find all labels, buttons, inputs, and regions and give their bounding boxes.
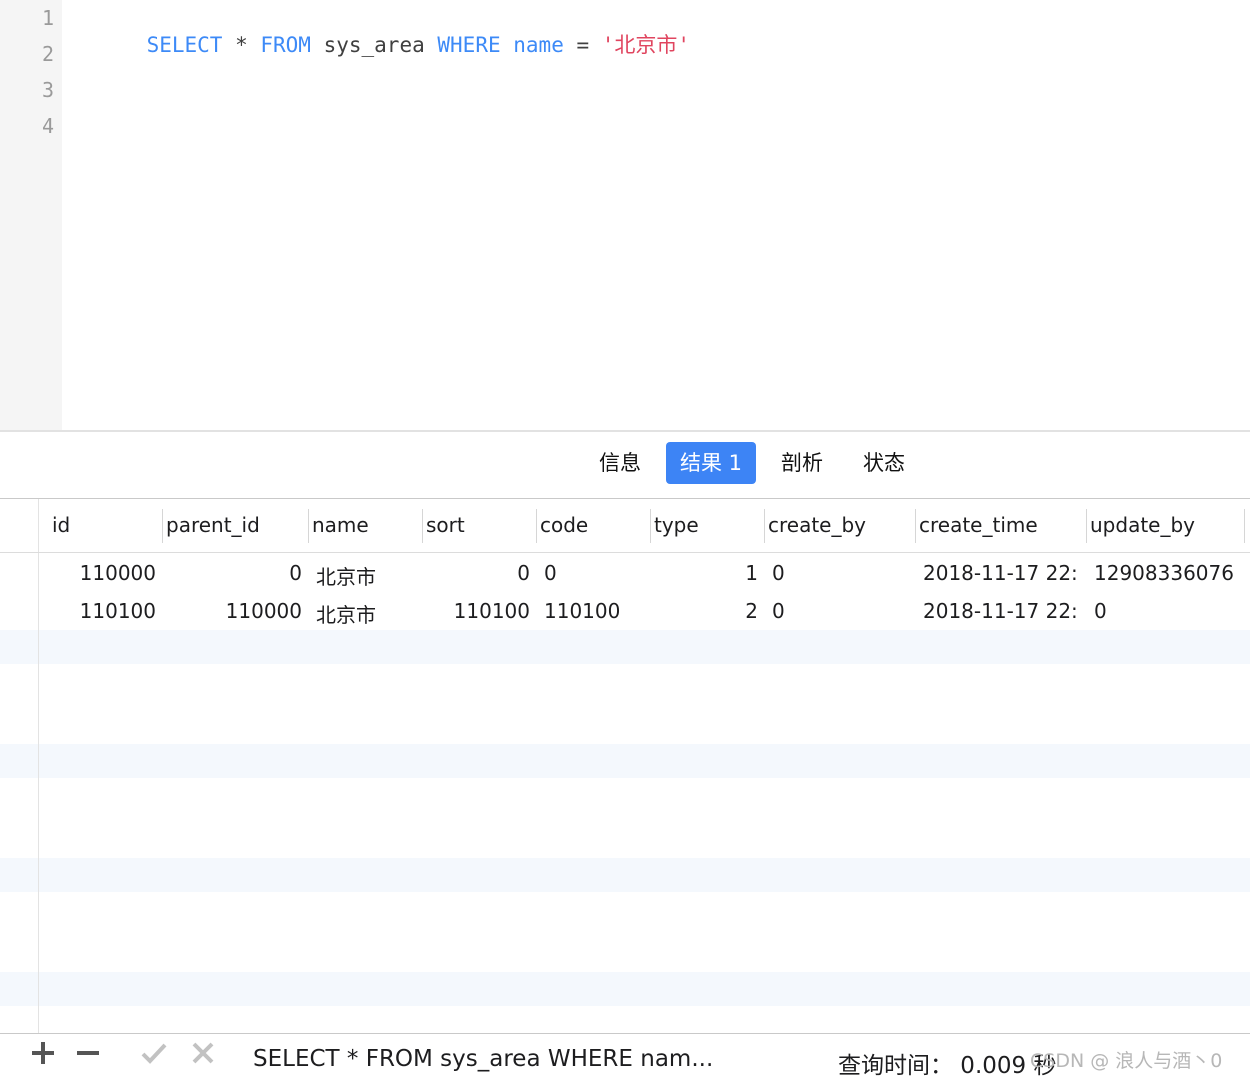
- cell-type[interactable]: 2: [654, 599, 758, 623]
- cell-sort[interactable]: 110100: [426, 599, 530, 623]
- column-header-name[interactable]: name: [312, 513, 369, 537]
- result-tab-bar: 信息 结果 1 剖析 状态: [0, 432, 1250, 498]
- cell-code[interactable]: 0: [544, 561, 648, 585]
- column-header-create-time[interactable]: create_time: [919, 513, 1038, 537]
- line-number: 4: [41, 114, 54, 138]
- column-header-create-by[interactable]: create_by: [768, 513, 866, 537]
- sql-keyword: SELECT: [146, 33, 223, 57]
- column-header-sort[interactable]: sort: [426, 513, 465, 537]
- empty-row-stripe: [0, 744, 1250, 778]
- tab-result-1[interactable]: 结果 1: [666, 442, 757, 484]
- query-time: 查询时间： 0.009 秒: [838, 1053, 1057, 1079]
- column-resize-handle[interactable]: [1086, 509, 1087, 543]
- tab-profile[interactable]: 剖析: [767, 442, 837, 484]
- column-resize-handle[interactable]: [422, 509, 423, 543]
- cell-name[interactable]: 北京市: [316, 599, 420, 628]
- tab-info[interactable]: 信息: [585, 442, 655, 484]
- column-resize-handle[interactable]: [650, 509, 651, 543]
- sql-editor[interactable]: 1 2 3 4 SELECT * FROM sys_area WHERE nam…: [0, 0, 1250, 430]
- cell-sort[interactable]: 0: [426, 561, 530, 585]
- cell-id[interactable]: 110000: [42, 561, 156, 585]
- line-number: 1: [41, 6, 54, 30]
- column-header-id[interactable]: id: [52, 513, 70, 537]
- column-resize-handle[interactable]: [915, 509, 916, 543]
- cell-parent-id[interactable]: 110000: [166, 599, 302, 623]
- sql-string-literal: '北京市': [601, 33, 691, 57]
- column-resize-handle[interactable]: [162, 509, 163, 543]
- check-icon[interactable]: [140, 1040, 168, 1074]
- line-number: 2: [41, 42, 54, 66]
- sql-text: =: [563, 33, 602, 57]
- cell-update-by[interactable]: 12908336076: [1094, 561, 1240, 585]
- status-sql-text: SELECT * FROM sys_area WHERE nam...: [253, 1046, 714, 1072]
- sql-text: sys_area: [310, 33, 438, 57]
- line-number-gutter: 1 2 3 4: [0, 0, 62, 430]
- column-resize-handle[interactable]: [536, 509, 537, 543]
- cell-create-time[interactable]: 2018-11-17 22:: [923, 561, 1080, 585]
- grid-header: id parent_id name sort code type create_…: [0, 499, 1250, 553]
- column-resize-handle[interactable]: [1244, 509, 1245, 543]
- cell-update-by[interactable]: 0: [1094, 599, 1240, 623]
- column-header-type[interactable]: type: [654, 513, 699, 537]
- table-row[interactable]: 110000 0 北京市 0 0 1 0 2018-11-17 22: 1290…: [0, 555, 1250, 593]
- result-grid[interactable]: id parent_id name sort code type create_…: [0, 499, 1250, 1033]
- column-resize-handle[interactable]: [764, 509, 765, 543]
- column-header-code[interactable]: code: [540, 513, 588, 537]
- empty-row-stripe: [0, 858, 1250, 892]
- empty-row-stripe: [0, 630, 1250, 664]
- cell-create-time[interactable]: 2018-11-17 22:: [923, 599, 1080, 623]
- x-icon[interactable]: [190, 1040, 216, 1074]
- sql-code-line[interactable]: SELECT * FROM sys_area WHERE name = '北京市…: [96, 5, 691, 83]
- cell-id[interactable]: 110100: [42, 599, 156, 623]
- sql-keyword: name: [513, 33, 564, 57]
- cell-type[interactable]: 1: [654, 561, 758, 585]
- cell-name[interactable]: 北京市: [316, 561, 420, 590]
- sql-keyword: WHERE: [437, 33, 501, 57]
- watermark: CSDN @ 浪人与酒丶0: [1030, 1050, 1223, 1072]
- cell-parent-id[interactable]: 0: [166, 561, 302, 585]
- table-row[interactable]: 110100 110000 北京市 110100 110100 2 0 2018…: [0, 593, 1250, 631]
- status-bar: SELECT * FROM sys_area WHERE nam... 查询时间…: [0, 1034, 1250, 1080]
- plus-icon[interactable]: [30, 1040, 56, 1074]
- line-number: 3: [41, 78, 54, 102]
- minus-icon[interactable]: [75, 1040, 101, 1074]
- empty-row-stripe: [0, 972, 1250, 1006]
- sql-keyword: FROM: [260, 33, 311, 57]
- cell-code[interactable]: 110100: [544, 599, 648, 623]
- cell-create-by[interactable]: 0: [772, 561, 912, 585]
- column-resize-handle[interactable]: [308, 509, 309, 543]
- cell-create-by[interactable]: 0: [772, 599, 912, 623]
- tab-status[interactable]: 状态: [849, 442, 919, 484]
- column-header-update-by[interactable]: update_by: [1090, 513, 1195, 537]
- column-header-parent-id[interactable]: parent_id: [166, 513, 260, 537]
- sql-text: *: [222, 33, 261, 57]
